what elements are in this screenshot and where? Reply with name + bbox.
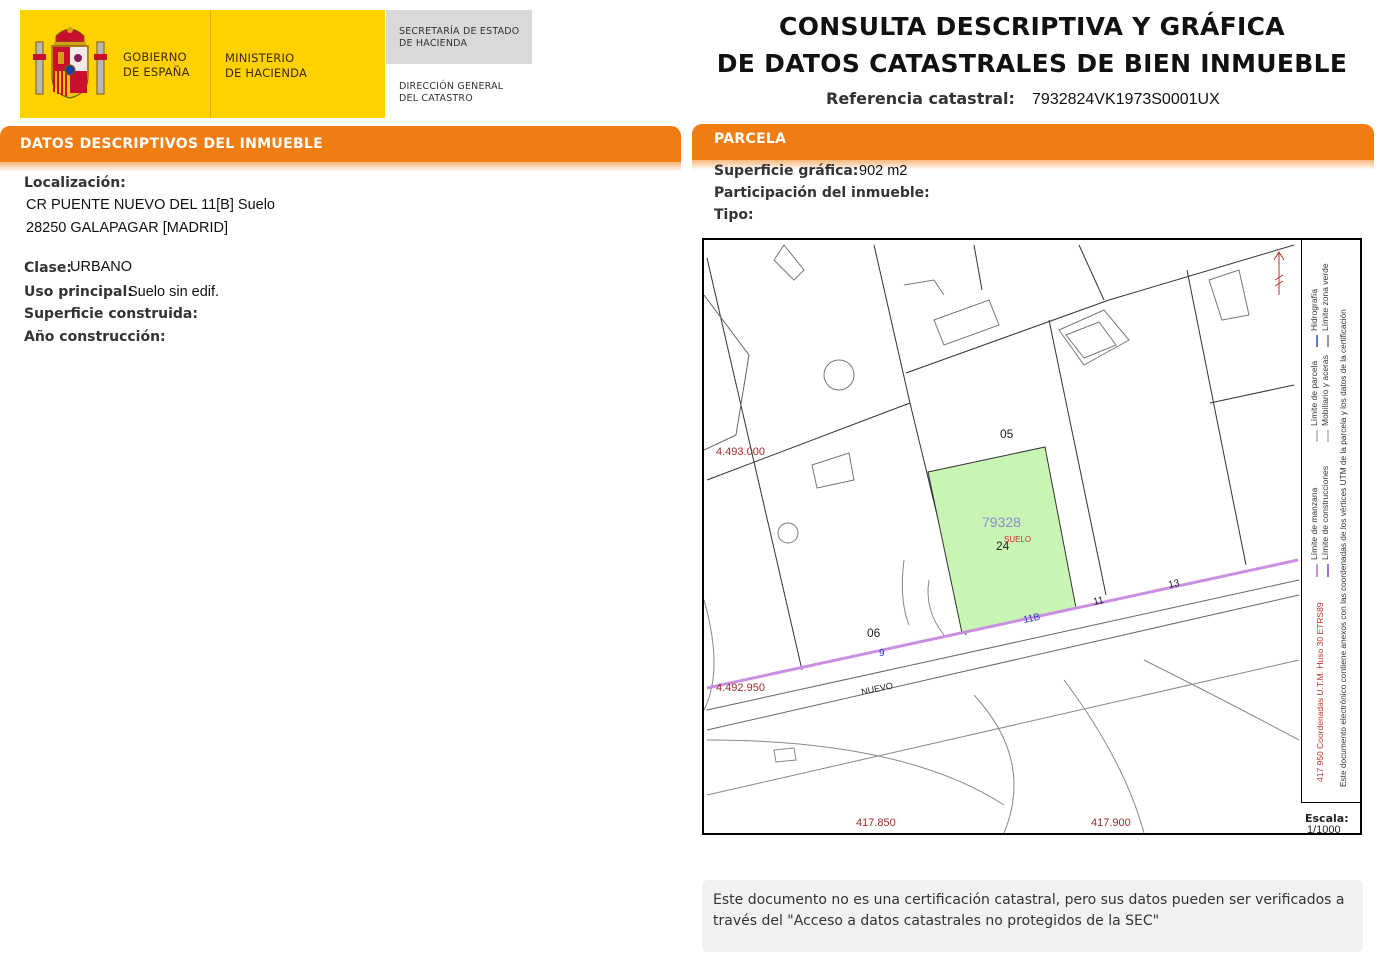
coord-x-right: 417.900 (1091, 817, 1131, 829)
ref-value: 7932824VK1973S0001UX (1032, 91, 1220, 108)
page-title: CONSULTA DESCRIPTIVA Y GRÁFICA DE DATOS … (712, 8, 1352, 82)
legend-hidrografia: Hidrografía (1309, 289, 1319, 331)
gov-name-line1: GOBIERNO (123, 50, 187, 64)
logo-divider (210, 10, 211, 118)
secretaria-block: SECRETARÍA DE ESTADO DE HACIENDA (386, 10, 532, 64)
street-number-11: 11 (1092, 595, 1105, 608)
descriptive-data-header: DATOS DESCRIPTIVOS DEL INMUEBLE (0, 126, 681, 162)
legend-manzana: Límite de manzana (1309, 487, 1319, 560)
direccion-block: DIRECCIÓN GENERAL DEL CATASTRO (399, 81, 503, 105)
neighbour-parcel-06: 06 (867, 626, 881, 640)
scale-value: 1/1000 (1307, 824, 1341, 836)
parcel-title: PARCELA (714, 131, 787, 147)
neighbour-parcel-05: 05 (1000, 427, 1014, 441)
uso-value: Suelo sin edif. (128, 284, 220, 300)
ref-line: Referencia catastral: 7932824VK1973S0001… (826, 89, 1220, 109)
title-line1: CONSULTA DESCRIPTIVA Y GRÁFICA (779, 12, 1285, 41)
parcel-use-label: SUELO (1004, 535, 1031, 544)
localizacion-label: Localización: (24, 175, 126, 191)
legend-parcela: Límite de parcela (1309, 361, 1319, 426)
descriptive-data-title: DATOS DESCRIPTIVOS DEL INMUEBLE (20, 136, 323, 152)
direccion-line1: DIRECCIÓN GENERAL (399, 81, 504, 92)
anio-construccion-label: Año construcción: (24, 329, 166, 345)
coord-y-bottom: 4.492.950 (716, 682, 765, 694)
superficie-construida-label: Superficie construida: (24, 306, 198, 322)
direccion-line2: DEL CATASTRO (399, 93, 473, 104)
government-logo-block: GOBIERNO DE ESPAÑA MINISTERIO DE HACIEND… (20, 10, 385, 118)
coat-of-arms-icon (33, 27, 107, 99)
secretaria-line2: DE HACIENDA (399, 38, 468, 49)
disclaimer-box: Este documento no es una certificación c… (702, 880, 1363, 952)
street-number-9: 9 (879, 648, 885, 659)
scale-divider (1301, 802, 1362, 803)
map-legend: 417 950 Coordenadas U.T.M. Huso 30 ETRS8… (1309, 263, 1348, 787)
disclaimer-line1: Este documento no es una certificación c… (713, 892, 1345, 908)
ministry-name-line1: MINISTERIO (225, 51, 295, 65)
legend-zona-verde: Límite zona verde (1320, 263, 1330, 331)
title-line2: DE DATOS CATASTRALES DE BIEN INMUEBLE (716, 49, 1348, 78)
street-name-label: NUEVO (860, 681, 893, 697)
legend-mobiliario: Mobiliario y aceras (1320, 355, 1330, 426)
superficie-grafica-label: Superficie gráfica: (714, 163, 859, 179)
section-header-fade (0, 162, 681, 172)
legend-divider (1301, 240, 1302, 803)
participacion-label: Participación del inmueble: (714, 185, 930, 201)
cadastral-map-drawing: 79328 24 SUELO 05 06 9 11B 11 13 NUEVO 4… (704, 244, 1300, 833)
street-number-13: 13 (1167, 578, 1181, 591)
superficie-grafica-value: 902 m2 (859, 163, 908, 179)
descriptive-data-section: DATOS DESCRIPTIVOS DEL INMUEBLE (0, 126, 681, 172)
ref-label: Referencia catastral: (826, 89, 1015, 108)
legend-note: Este documento electrónico contiene anex… (1338, 309, 1348, 787)
clase-value: URBANO (70, 259, 133, 275)
legend-utm: 417 950 Coordenadas U.T.M. Huso 30 ETRS8… (1315, 602, 1325, 782)
clase-label: Clase: (24, 260, 72, 276)
localizacion-line2: 28250 GALAPAGAR [MADRID] (26, 220, 229, 236)
tipo-label: Tipo: (714, 207, 754, 223)
ministry-name-line2: DE HACIENDA (225, 66, 308, 80)
gov-name-line2: DE ESPAÑA (123, 65, 190, 79)
uso-label: Uso principal: (24, 284, 133, 300)
secretaria-line1: SECRETARÍA DE ESTADO (399, 26, 520, 37)
parcel-number: 79328 (982, 514, 1021, 530)
coord-x-left: 417.850 (856, 817, 896, 829)
parcel-header: PARCELA (692, 124, 1374, 160)
legend-construcciones: Límite de construcciones (1320, 466, 1330, 560)
coord-y-top: 4.493.000 (716, 446, 765, 458)
disclaimer-line2: través del "Acceso a datos catastrales n… (713, 913, 1160, 929)
localizacion-line1: CR PUENTE NUEVO DEL 11[B] Suelo (26, 197, 275, 213)
street-number-11b: 11B (1022, 612, 1041, 626)
